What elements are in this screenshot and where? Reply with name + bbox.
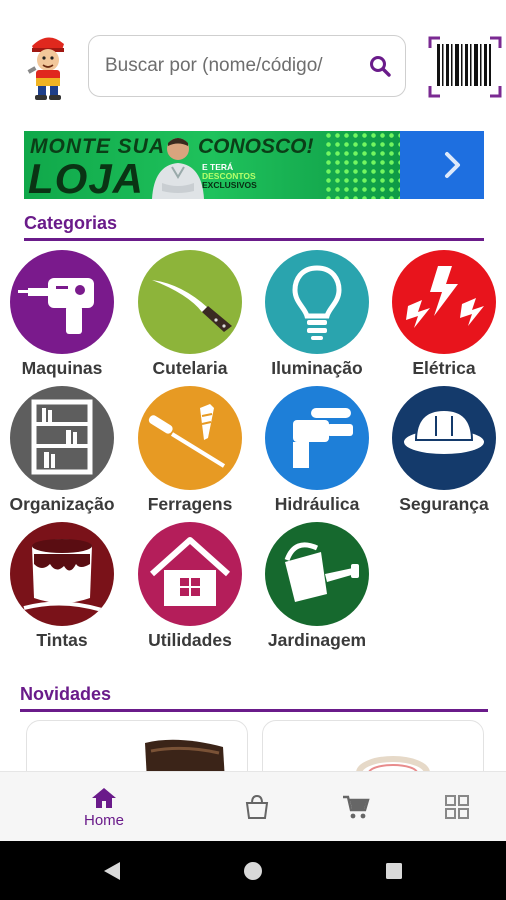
category-ferragens[interactable]: Ferragens	[130, 386, 250, 515]
electricity-icon	[392, 250, 496, 354]
category-utilidades[interactable]: Utilidades	[130, 522, 250, 651]
search-bar[interactable]: Buscar por (nome/código/	[88, 35, 406, 97]
category-tintas[interactable]: Tintas	[2, 522, 122, 651]
category-label: Jardinagem	[267, 630, 367, 650]
banner-headline-2: LOJA	[28, 155, 145, 199]
category-label: Cutelaria	[152, 358, 228, 378]
category-organizacao[interactable]: Organização	[2, 386, 122, 515]
category-label: Elétrica	[412, 358, 476, 378]
category-label: Ferragens	[147, 494, 233, 514]
banner-headline-3: CONOSCO!	[198, 135, 314, 158]
house-icon	[138, 522, 242, 626]
nav-cart[interactable]	[306, 772, 406, 842]
back-icon[interactable]	[82, 841, 142, 900]
shopping-bag-icon	[245, 794, 269, 819]
watering-can-icon	[265, 522, 369, 626]
category-label: Segurança	[399, 494, 489, 514]
promo-banner[interactable]: MONTE SUA LOJA CONOSCO! E TERÁ DESCONTOS…	[24, 131, 484, 199]
drill-icon	[10, 250, 114, 354]
handyman-mascot-icon[interactable]	[22, 32, 74, 102]
system-navigation-bar	[0, 841, 506, 900]
banner-subtext: E TERÁ DESCONTOS EXCLUSIVOS	[202, 163, 312, 190]
screwdriver-screw-icon	[138, 386, 242, 490]
nav-home[interactable]: Home	[54, 772, 154, 842]
category-cutelaria[interactable]: Cutelaria	[130, 250, 250, 379]
category-eletrica[interactable]: Elétrica	[384, 250, 504, 379]
search-input[interactable]: Buscar por (nome/código/	[89, 55, 355, 77]
category-label: Iluminação	[271, 358, 363, 378]
categories-title: Categorias	[24, 213, 118, 233]
grid-icon	[445, 795, 469, 819]
category-maquinas[interactable]: Maquinas	[2, 250, 122, 379]
search-icon[interactable]	[355, 35, 405, 97]
novidades-divider	[20, 709, 488, 712]
category-hidraulica[interactable]: Hidráulica	[257, 386, 377, 515]
cart-icon	[343, 795, 370, 819]
bottom-navigation: Home	[0, 771, 506, 841]
category-label: Organização	[9, 494, 115, 514]
lightbulb-icon	[265, 250, 369, 354]
home-circle-icon[interactable]	[223, 841, 283, 900]
faucet-icon	[265, 386, 369, 490]
category-seguranca[interactable]: Segurança	[384, 386, 504, 515]
header: Buscar por (nome/código/	[0, 26, 506, 106]
paint-can-icon	[10, 522, 114, 626]
recents-icon[interactable]	[364, 841, 424, 900]
nav-home-label: Home	[83, 811, 124, 829]
chevron-right-icon[interactable]	[432, 145, 472, 185]
category-iluminacao[interactable]: Iluminação	[257, 250, 377, 379]
category-label: Tintas	[36, 630, 88, 650]
categories-divider	[24, 238, 484, 241]
category-label: Hidráulica	[274, 494, 360, 514]
banner-dots	[324, 131, 400, 199]
category-label: Utilidades	[148, 630, 232, 650]
banner-small-3: EXCLUSIVOS	[202, 180, 257, 190]
knife-icon	[138, 250, 242, 354]
category-jardinagem[interactable]: Jardinagem	[257, 522, 377, 651]
app-screen: Buscar por (nome/código/ MONTE SUA LOJA …	[0, 0, 506, 900]
home-icon	[92, 787, 116, 808]
shelf-icon	[10, 386, 114, 490]
nav-grid[interactable]	[407, 772, 506, 842]
category-label: Maquinas	[21, 358, 103, 378]
barcode-scanner-icon[interactable]	[428, 36, 502, 98]
safety-helmet-icon	[392, 386, 496, 490]
nav-bag[interactable]	[207, 772, 307, 842]
novidades-title: Novidades	[20, 684, 112, 704]
